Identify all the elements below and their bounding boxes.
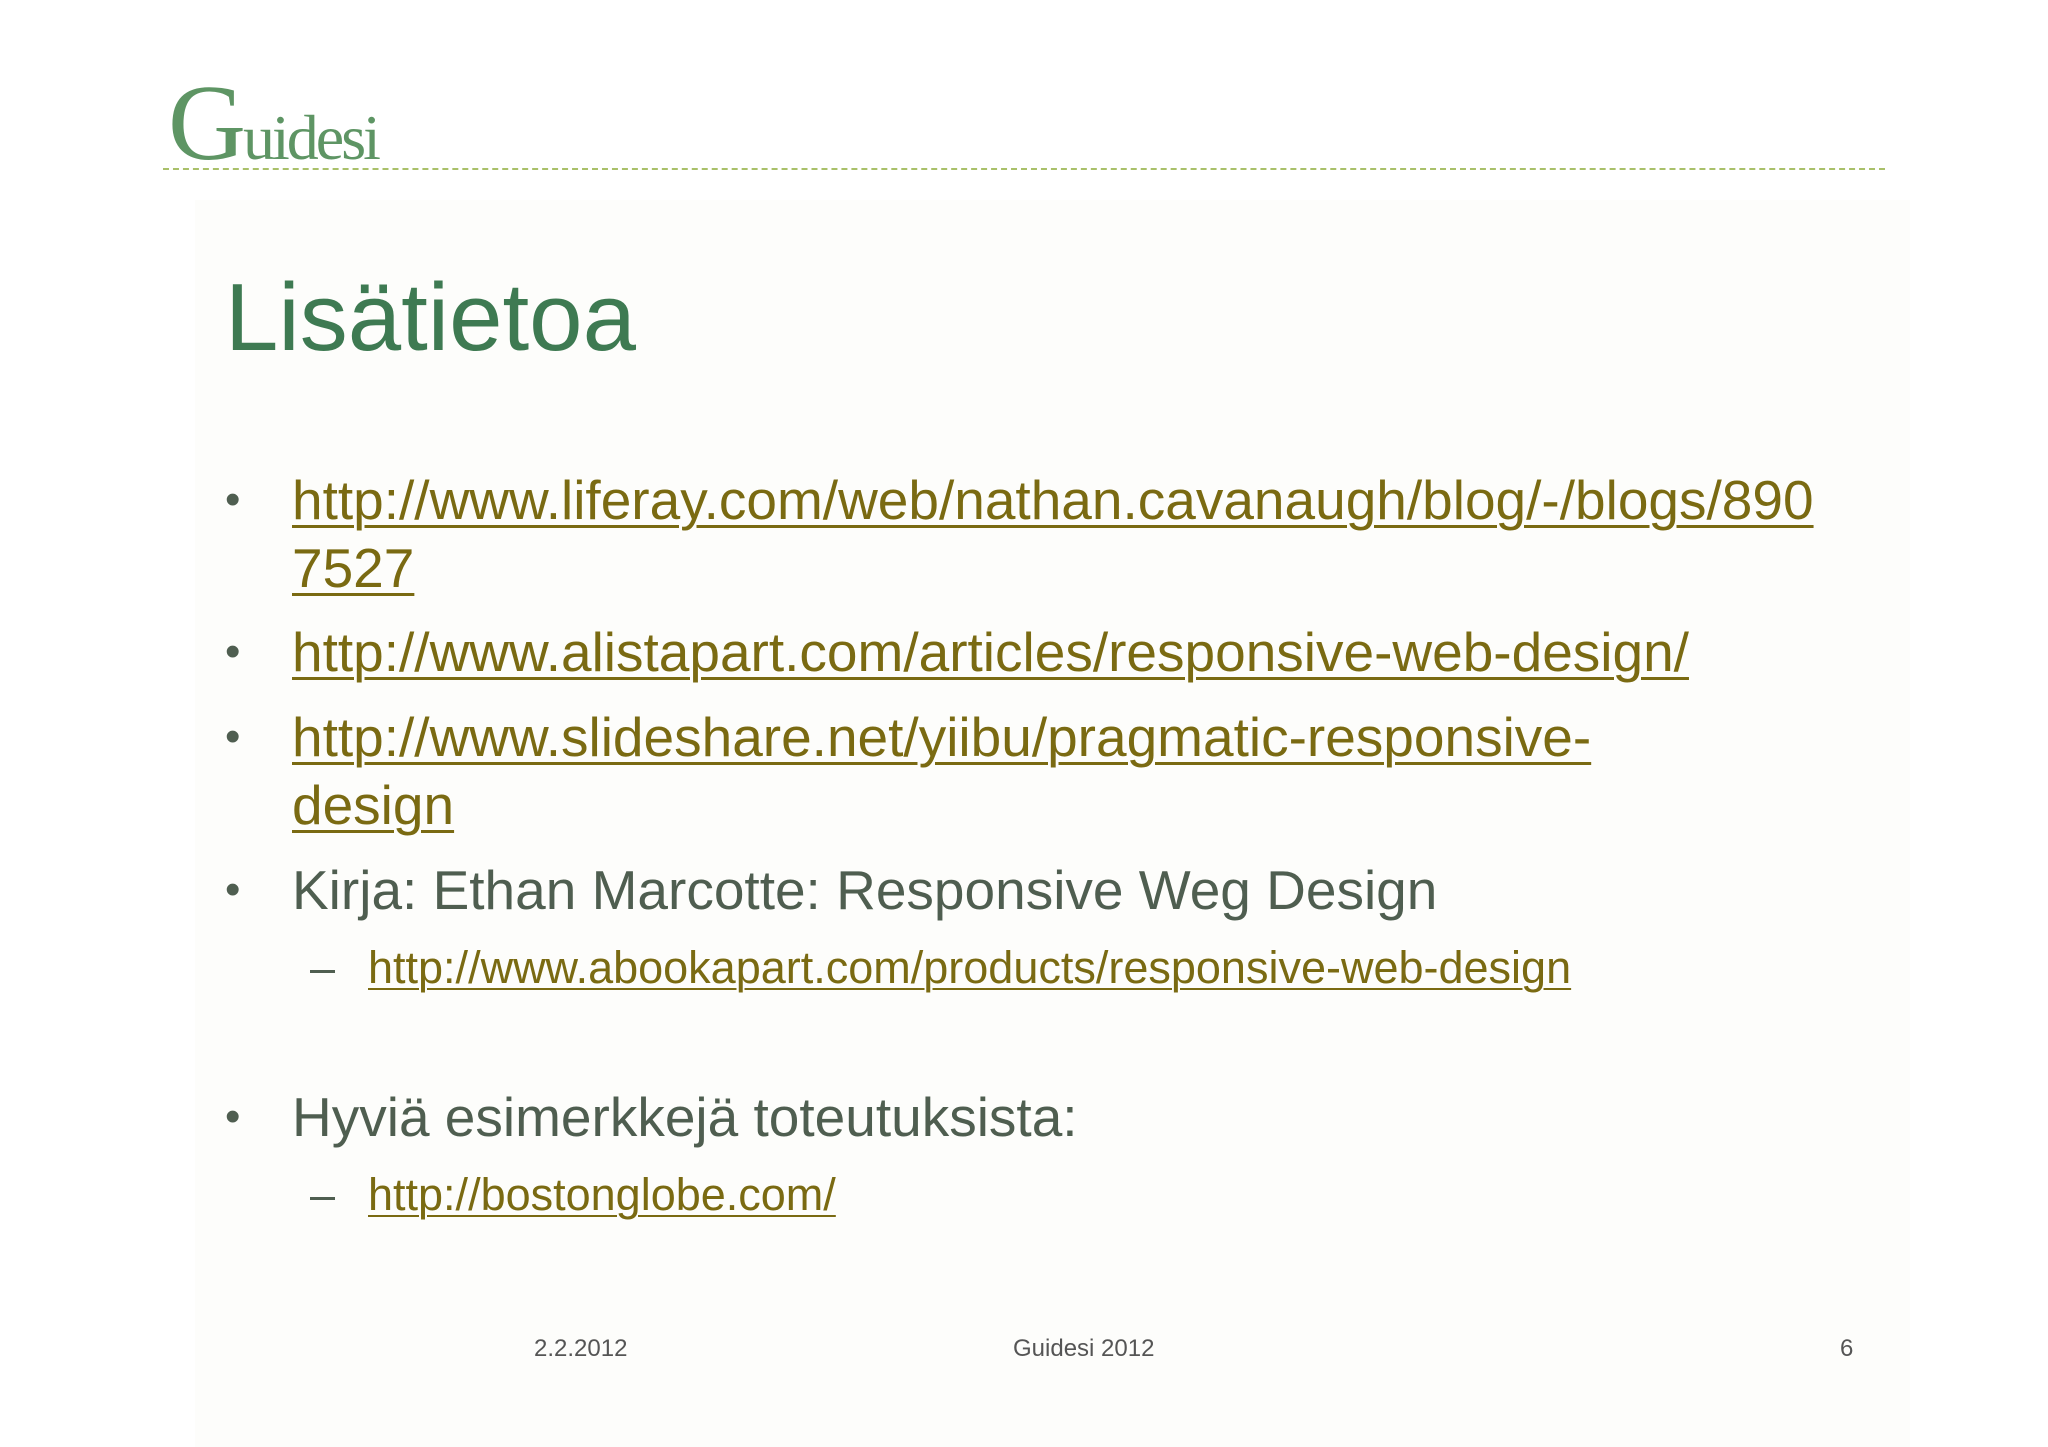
- link-bostonglobe[interactable]: http://bostonglobe.com/: [368, 1167, 836, 1223]
- slide: Guidesi Lisätietoa • http://www.liferay.…: [0, 0, 2048, 1447]
- footer-center-text: Guidesi 2012: [1013, 1335, 1155, 1362]
- book-reference: Kirja: Ethan Marcotte: Responsive Weg De…: [292, 859, 1438, 921]
- logo-letter-g: G: [168, 64, 246, 183]
- link-liferay-blog[interactable]: http://www.liferay.com/web/nathan.cavana…: [292, 466, 1837, 602]
- bullet-marker: •: [225, 712, 241, 761]
- examples-heading: Hyviä esimerkkejä toteutuksista:: [292, 1086, 1078, 1148]
- link-slideshare[interactable]: http://www.slideshare.net/yiibu/pragmati…: [292, 703, 1712, 839]
- dash-marker: –: [310, 1169, 336, 1220]
- guidesi-logo: Guidesi: [168, 70, 381, 178]
- footer-date: 2.2.2012: [534, 1335, 628, 1362]
- link-abookapart[interactable]: http://www.abookapart.com/products/respo…: [368, 940, 1571, 996]
- bullet-marker: •: [225, 1092, 241, 1141]
- slide-title: Lisätietoa: [225, 264, 636, 371]
- bullet-marker: •: [225, 627, 241, 676]
- dash-marker: –: [310, 942, 336, 993]
- bullet-marker: •: [225, 865, 241, 914]
- logo-letters: uidesi: [243, 102, 381, 173]
- page-number: 6: [1840, 1335, 1854, 1362]
- bullet-marker: •: [225, 475, 241, 524]
- link-alistapart[interactable]: http://www.alistapart.com/articles/respo…: [292, 618, 1852, 686]
- header-divider: [163, 168, 1885, 170]
